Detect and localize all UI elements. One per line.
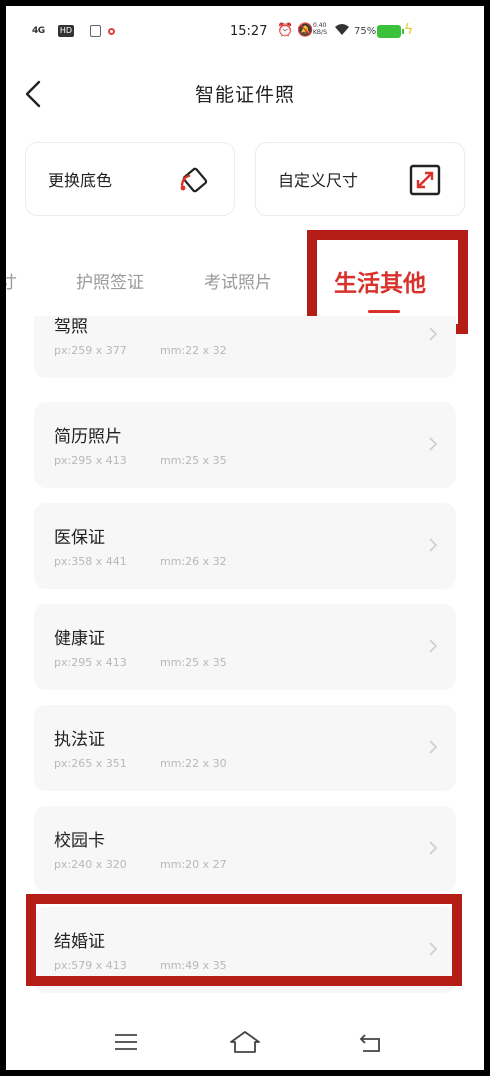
chevron-right-icon	[429, 538, 438, 552]
home-icon[interactable]	[229, 1030, 261, 1054]
item-mm-size: mm:26 x 32	[160, 555, 227, 568]
net-speed-value: 0.40	[313, 22, 327, 29]
item-pixel-size: px:358 x 441	[54, 555, 127, 568]
battery-icon	[377, 25, 404, 38]
hd-badge: HD	[58, 25, 74, 37]
list-item-law-enforcement[interactable]: 执法证 px:265 x 351 mm:22 x 30	[34, 705, 456, 791]
battery-percent: 75%	[354, 26, 377, 37]
notification-app-icon	[90, 25, 101, 37]
list-item-driver-license[interactable]: 驾照 px:259 x 377 mm:22 x 32	[34, 316, 456, 378]
signal-indicator: 4G	[32, 26, 45, 36]
notification-dot-icon	[108, 28, 115, 35]
marriage-item-highlight-box	[26, 894, 462, 986]
item-mm-size: mm:22 x 30	[160, 757, 227, 770]
paint-bucket-icon	[180, 167, 208, 193]
item-mm-size: mm:20 x 27	[160, 858, 227, 871]
tab-passport-visa[interactable]: 护照签证	[76, 268, 144, 293]
alarm-mute-icon: ⏰ 🔕	[277, 23, 314, 38]
tab-exam-photos[interactable]: 考试照片	[204, 268, 272, 293]
item-name: 简历照片	[54, 427, 122, 447]
item-name: 驾照	[54, 317, 88, 337]
chevron-right-icon	[429, 639, 438, 653]
item-pixel-size: px:259 x 377	[54, 344, 127, 357]
change-background-label: 更换底色	[48, 171, 113, 190]
list-item-campus-card[interactable]: 校园卡 px:240 x 320 mm:20 x 27	[34, 806, 456, 892]
item-mm-size: mm:22 x 32	[160, 344, 227, 357]
list-item-resume-photo[interactable]: 简历照片 px:295 x 413 mm:25 x 35	[34, 402, 456, 488]
tab-inch[interactable]: 寸	[6, 268, 17, 293]
change-background-color-card[interactable]: 更换底色	[25, 142, 235, 216]
charging-icon: ϟ	[404, 22, 414, 38]
item-name: 医保证	[54, 528, 105, 548]
system-nav-bar	[6, 1016, 484, 1070]
item-pixel-size: px:240 x 320	[54, 858, 127, 871]
item-name: 健康证	[54, 629, 105, 649]
chevron-right-icon	[429, 437, 438, 451]
resize-icon	[409, 164, 441, 196]
list-item-medical-insurance[interactable]: 医保证 px:358 x 441 mm:26 x 32	[34, 503, 456, 589]
item-mm-size: mm:25 x 35	[160, 656, 227, 669]
list-item-health-certificate[interactable]: 健康证 px:295 x 413 mm:25 x 35	[34, 604, 456, 690]
net-speed: 0.40 KB/S	[313, 22, 327, 36]
status-time: 15:27	[230, 24, 268, 39]
wifi-icon	[334, 22, 350, 40]
return-icon[interactable]	[358, 1030, 382, 1054]
item-pixel-size: px:265 x 351	[54, 757, 127, 770]
status-bar: 4G HD 15:27 ⏰ 🔕 0.40 KB/S 75% ϟ	[6, 6, 484, 58]
item-name: 执法证	[54, 730, 105, 750]
page-title: 智能证件照	[194, 84, 295, 106]
chevron-right-icon	[429, 841, 438, 855]
screen: 4G HD 15:27 ⏰ 🔕 0.40 KB/S 75% ϟ 智能证件照 更换…	[6, 6, 484, 1070]
custom-size-label: 自定义尺寸	[278, 171, 359, 190]
net-speed-unit: KB/S	[313, 29, 327, 36]
item-mm-size: mm:25 x 35	[160, 454, 227, 467]
chevron-right-icon	[429, 740, 438, 754]
custom-size-card[interactable]: 自定义尺寸	[255, 142, 465, 216]
chevron-right-icon	[429, 327, 438, 341]
item-pixel-size: px:295 x 413	[54, 656, 127, 669]
menu-icon[interactable]	[114, 1032, 138, 1052]
item-name: 校园卡	[54, 831, 105, 851]
item-pixel-size: px:295 x 413	[54, 454, 127, 467]
